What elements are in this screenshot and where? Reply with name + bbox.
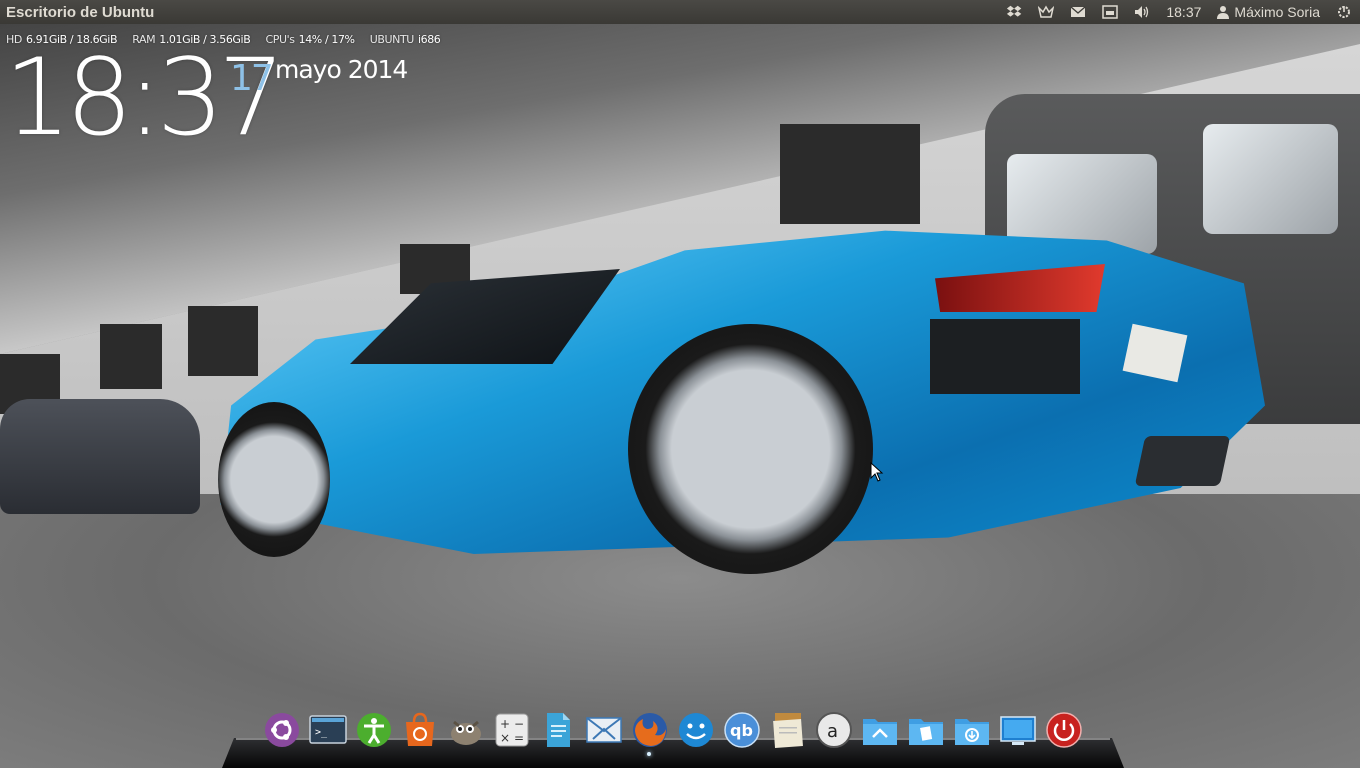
panel-clock[interactable]: 18:37 — [1158, 0, 1209, 24]
pidgin-icon — [678, 713, 713, 747]
svg-text:a: a — [827, 721, 838, 742]
user-name: Máximo Soria — [1234, 4, 1320, 20]
wallpaper-awning — [100, 324, 162, 389]
gimp-icon — [450, 720, 481, 745]
document-icon — [546, 713, 570, 747]
wallpaper-suv — [0, 399, 200, 514]
terminal-icon: >_ — [308, 715, 347, 744]
volume-icon[interactable] — [1126, 0, 1158, 24]
mail-eagle-icon — [585, 717, 622, 743]
running-indicator — [647, 752, 651, 756]
wallpaper-car-rear-wheel — [628, 324, 873, 574]
dock-item-notes[interactable] — [768, 710, 807, 750]
calculator-icon: + −× = — [495, 713, 528, 747]
wallpaper-van-window — [1203, 124, 1338, 234]
documents-folder-icon — [908, 719, 943, 745]
dock: >_ + − × = qb a — [262, 710, 1083, 756]
home-folder-icon — [862, 719, 897, 745]
mouse-cursor-icon — [870, 462, 884, 482]
wallpaper-awning — [188, 306, 258, 376]
qbittorrent-icon: qb — [723, 712, 760, 748]
dock-item-desktop[interactable] — [998, 710, 1037, 750]
software-center-icon — [405, 712, 434, 746]
amazon-icon: a — [815, 712, 852, 748]
mail-icon[interactable] — [1062, 0, 1094, 24]
dock-item-ubuntu[interactable] — [262, 710, 301, 750]
dock-item-qbittorrent[interactable]: qb — [722, 710, 761, 750]
ubuntu-logo-icon — [264, 713, 299, 747]
dock-item-firefox[interactable] — [630, 710, 669, 756]
dock-item-home-folder[interactable] — [860, 710, 899, 750]
keyboard-icon[interactable] — [1094, 0, 1126, 24]
cpu-value: 14% / 17% — [298, 33, 355, 46]
firefox-icon — [632, 713, 667, 747]
dock-item-mail-client[interactable] — [584, 710, 623, 750]
indicator-area: 18:37 Máximo Soria — [998, 0, 1360, 24]
downloads-folder-icon — [954, 719, 989, 745]
svg-text:+: + — [500, 717, 510, 731]
top-panel: Escritorio de Ubuntu 18:37 Máximo Soria — [0, 0, 1360, 24]
accessibility-icon — [356, 713, 391, 747]
dock-item-calculator[interactable]: + − × = — [492, 710, 531, 750]
dock-item-amazon[interactable]: a — [814, 710, 853, 750]
user-menu[interactable]: Máximo Soria — [1209, 0, 1328, 24]
svg-text:qb: qb — [730, 721, 753, 740]
monitor-icon — [999, 716, 1036, 745]
window-title: Escritorio de Ubuntu — [6, 3, 155, 21]
svg-text:=: = — [514, 731, 524, 745]
conky-day: 17 — [230, 58, 274, 99]
wallpaper-car-grille — [930, 319, 1080, 394]
dock-item-gimp[interactable] — [446, 710, 485, 750]
svg-text:−: − — [514, 717, 524, 731]
dock-item-shutdown[interactable] — [1044, 710, 1083, 750]
session-gear-icon[interactable] — [1328, 0, 1360, 24]
svg-text:>_: >_ — [315, 727, 328, 738]
conky-month-year: mayo 2014 — [275, 55, 408, 84]
user-icon — [1217, 5, 1230, 19]
wallpaper-car-exhaust — [1134, 436, 1231, 486]
os-label: UBUNTU — [369, 33, 415, 46]
messaging-icon[interactable] — [1030, 0, 1062, 24]
wallpaper-car-front-wheel — [218, 402, 330, 557]
dock-item-pidgin[interactable] — [676, 710, 715, 750]
dropbox-icon[interactable] — [998, 0, 1030, 24]
dock-item-software-center[interactable] — [400, 710, 439, 750]
dock-item-document[interactable] — [538, 710, 577, 750]
os-value: i686 — [417, 33, 441, 46]
dock-item-terminal[interactable]: >_ — [308, 710, 347, 750]
power-icon — [1045, 712, 1082, 748]
svg-text:×: × — [500, 731, 510, 745]
wallpaper-awning — [780, 124, 920, 224]
dock-item-documents-folder[interactable] — [906, 710, 945, 750]
notes-icon — [772, 713, 803, 748]
dock-item-downloads-folder[interactable] — [952, 710, 991, 750]
dock-item-accessibility[interactable] — [354, 710, 393, 750]
